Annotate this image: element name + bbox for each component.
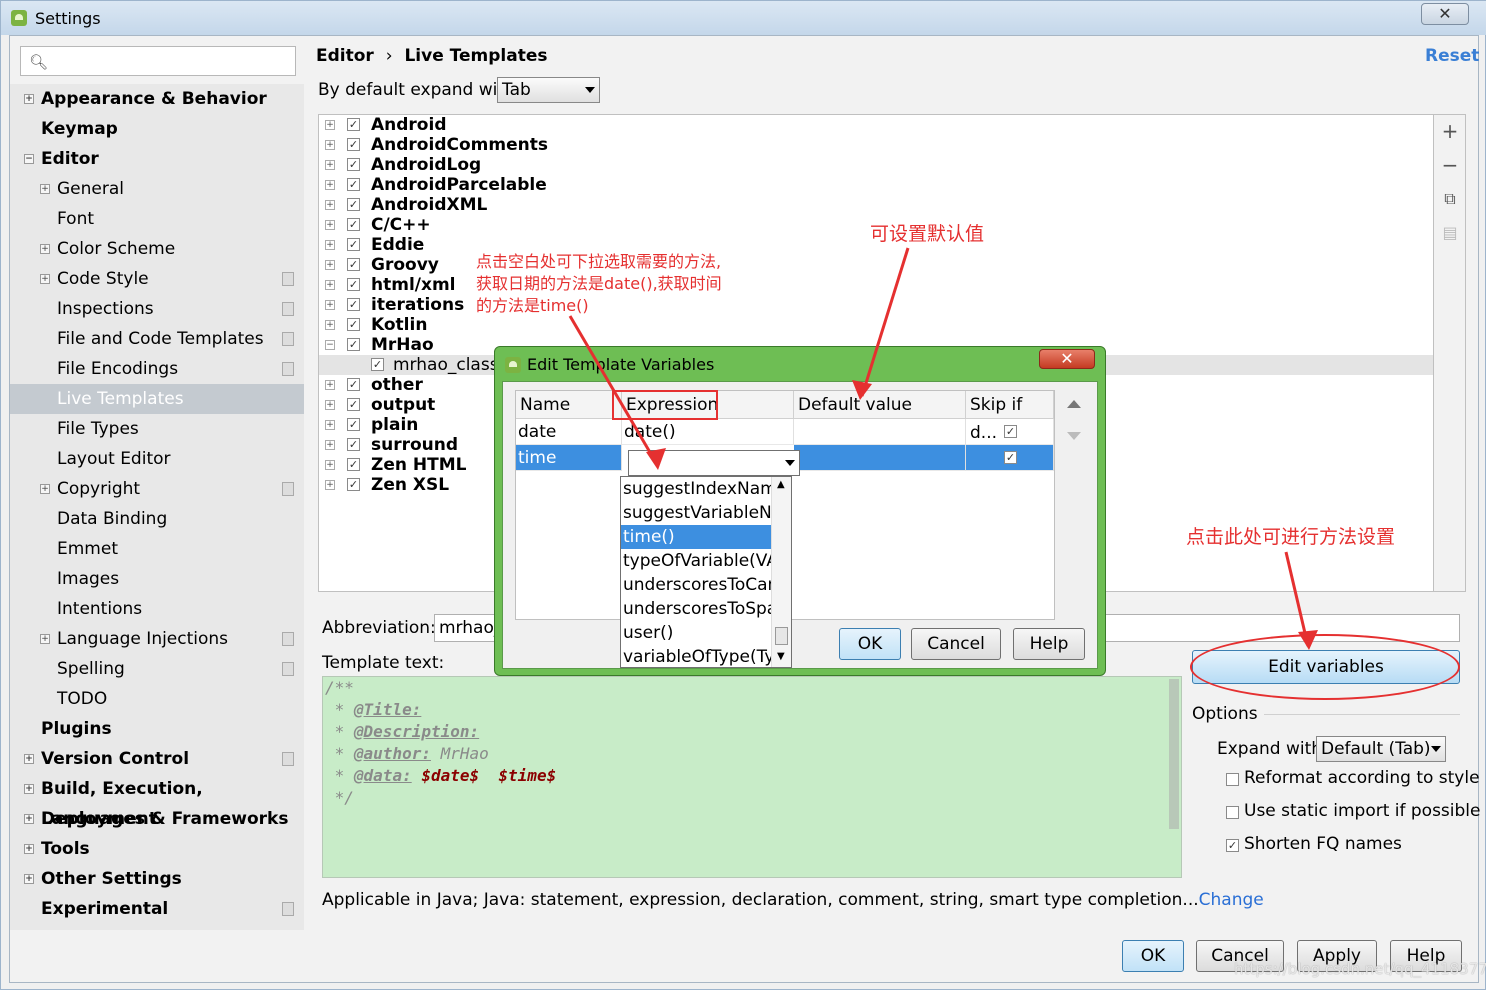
watermark: https://blog.csdn.net/qq_41183772 — [1234, 960, 1486, 978]
arrowhead — [1298, 630, 1318, 650]
arrow-to-default-value — [860, 247, 910, 397]
annotation-arrows — [568, 247, 1318, 650]
arrow-to-dropdown — [568, 315, 660, 467]
arrowhead — [852, 380, 872, 400]
